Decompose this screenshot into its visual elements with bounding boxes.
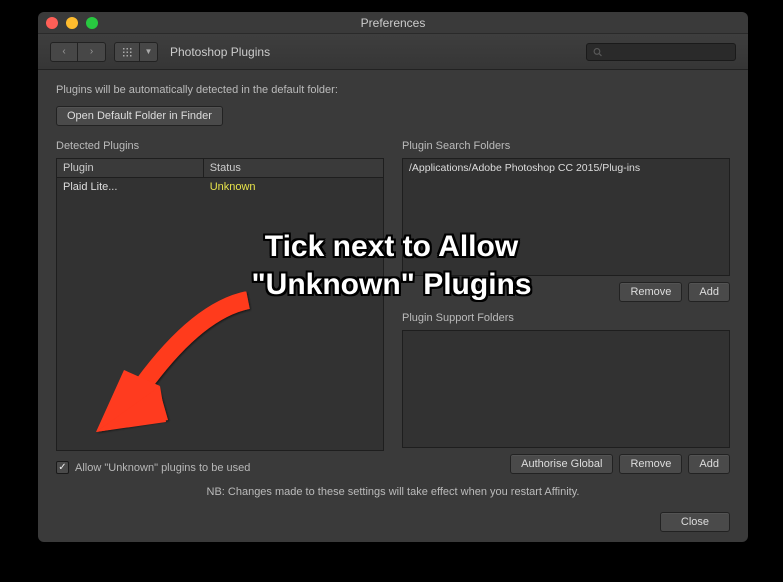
search-icon [593,47,602,57]
support-folders-list[interactable] [402,330,730,448]
table-header: Plugin Status [57,159,383,178]
zoom-window-icon[interactable] [86,17,98,29]
detected-plugins-table[interactable]: Plugin Status Plaid Lite... Unknown [56,158,384,451]
authorise-global-button[interactable]: Authorise Global [510,454,613,474]
content-area: Plugins will be automatically detected i… [38,70,748,542]
allow-unknown-row: ✓ Allow "Unknown" plugins to be used [56,461,384,474]
section-label: Photoshop Plugins [170,45,270,59]
support-folders-heading: Plugin Support Folders [402,312,730,324]
remove-support-folder-button[interactable]: Remove [619,454,682,474]
search-folders-heading: Plugin Search Folders [402,140,730,152]
window-title: Preferences [38,16,748,30]
description-text: Plugins will be automatically detected i… [56,84,730,96]
view-switcher: ▼ [114,42,158,62]
close-window-icon[interactable] [46,17,58,29]
cell-plugin-status: Unknown [204,178,383,196]
detected-plugins-column: Detected Plugins Plugin Status Plaid Lit… [56,140,384,474]
view-dropdown-button[interactable]: ▼ [140,42,158,62]
search-field[interactable] [586,43,736,61]
back-button[interactable]: ‹ [50,42,78,62]
window-controls [46,17,98,29]
search-folders-buttons: Remove Add [402,282,730,302]
list-item[interactable]: /Applications/Adobe Photoshop CC 2015/Pl… [403,159,729,177]
column-plugin[interactable]: Plugin [57,159,204,177]
restart-note: NB: Changes made to these settings will … [56,486,730,498]
columns: Detected Plugins Plugin Status Plaid Lit… [56,140,730,474]
allow-unknown-label: Allow "Unknown" plugins to be used [75,462,250,474]
preferences-window: Preferences ‹ › ▼ Photoshop Plugins Plug [38,12,748,542]
forward-button[interactable]: › [78,42,106,62]
minimize-window-icon[interactable] [66,17,78,29]
close-button[interactable]: Close [660,512,730,532]
open-default-folder-button[interactable]: Open Default Folder in Finder [56,106,223,126]
chevron-down-icon: ▼ [145,47,153,56]
add-support-folder-button[interactable]: Add [688,454,730,474]
search-input[interactable] [606,46,729,57]
toolbar: ‹ › ▼ Photoshop Plugins [38,34,748,70]
grid-icon [122,47,132,57]
chevron-right-icon: › [90,46,93,57]
cell-plugin-name: Plaid Lite... [57,178,204,196]
titlebar: Preferences [38,12,748,34]
search-folders-list[interactable]: /Applications/Adobe Photoshop CC 2015/Pl… [402,158,730,276]
check-icon: ✓ [58,462,66,473]
table-row[interactable]: Plaid Lite... Unknown [57,178,383,196]
plugin-folders-column: Plugin Search Folders /Applications/Adob… [402,140,730,474]
remove-search-folder-button[interactable]: Remove [619,282,682,302]
detected-plugins-heading: Detected Plugins [56,140,384,152]
column-status[interactable]: Status [204,159,383,177]
grid-view-button[interactable] [114,42,140,62]
allow-unknown-checkbox[interactable]: ✓ [56,461,69,474]
chevron-left-icon: ‹ [62,46,65,57]
nav-buttons: ‹ › [50,42,106,62]
support-folders-buttons: Authorise Global Remove Add [402,454,730,474]
add-search-folder-button[interactable]: Add [688,282,730,302]
